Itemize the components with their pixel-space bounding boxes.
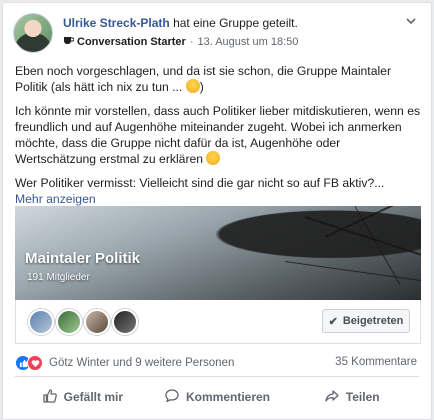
like-label: Gefällt mir bbox=[63, 390, 124, 404]
member-avatar[interactable] bbox=[112, 309, 138, 335]
meta-separator: · bbox=[189, 35, 194, 48]
conversation-starter-badge: Conversation Starter bbox=[77, 35, 186, 48]
post-paragraph-2: Ich könnte mir vorstellen, dass auch Pol… bbox=[15, 104, 421, 166]
group-member-count: 191 Mitglieder bbox=[27, 272, 90, 283]
share-label: Teilen bbox=[345, 390, 380, 404]
post-timestamp[interactable]: 13. August um 18:50 bbox=[197, 36, 298, 48]
grin-emoji-icon bbox=[185, 79, 200, 93]
joined-button[interactable]: ✔ Beigetreten bbox=[322, 309, 410, 333]
smile-emoji-icon bbox=[206, 151, 221, 165]
post-actions: Gefällt mir Kommentieren Teilen bbox=[15, 382, 419, 412]
see-more-link[interactable]: Mehr anzeigen bbox=[15, 192, 96, 206]
post-body: Eben noch vorgeschlagen, und da ist sie … bbox=[15, 63, 423, 207]
group-cover-image[interactable]: Maintaler Politik 191 Mitglieder bbox=[15, 206, 421, 300]
chevron-down-icon[interactable] bbox=[403, 15, 419, 31]
group-name[interactable]: Maintaler Politik bbox=[25, 250, 140, 267]
group-footer: ✔ Beigetreten bbox=[15, 300, 421, 344]
like-button[interactable]: Gefällt mir bbox=[15, 382, 150, 412]
post-meta: Conversation Starter · 13. August um 18:… bbox=[63, 35, 298, 48]
tree-branch bbox=[284, 261, 421, 282]
reaction-names: Götz Winter und 9 weitere Personen bbox=[49, 357, 235, 369]
love-icon bbox=[27, 355, 43, 371]
post-card: Ulrike Streck-Plath hat eine Gruppe gete… bbox=[2, 2, 432, 420]
member-avatar[interactable] bbox=[84, 309, 110, 335]
coffee-icon bbox=[63, 35, 75, 48]
divider bbox=[15, 376, 419, 377]
comment-icon bbox=[164, 388, 186, 407]
comments-count[interactable]: 35 Kommentare bbox=[335, 356, 417, 368]
member-avatar[interactable] bbox=[56, 309, 82, 335]
joined-label: Beigetreten bbox=[342, 315, 404, 327]
member-avatar[interactable] bbox=[28, 309, 54, 335]
reactions-summary[interactable]: Götz Winter und 9 weitere Personen bbox=[15, 355, 234, 371]
share-button[interactable]: Teilen bbox=[284, 382, 419, 412]
share-icon bbox=[324, 388, 346, 407]
thumbs-up-icon bbox=[42, 388, 64, 407]
comment-label: Kommentieren bbox=[185, 390, 271, 404]
post-action-text: hat eine Gruppe geteilt. bbox=[173, 16, 298, 30]
post-paragraph-3: Wer Politiker vermisst: Vielleicht sind … bbox=[15, 176, 385, 190]
author-avatar[interactable] bbox=[13, 13, 53, 53]
post-paragraph-1: Eben noch vorgeschlagen, und da ist sie … bbox=[15, 64, 392, 94]
author-line: Ulrike Streck-Plath hat eine Gruppe gete… bbox=[63, 16, 298, 30]
post-header: Ulrike Streck-Plath hat eine Gruppe gete… bbox=[13, 13, 421, 53]
author-name[interactable]: Ulrike Streck-Plath bbox=[63, 16, 170, 30]
comment-button[interactable]: Kommentieren bbox=[150, 382, 285, 412]
check-icon: ✔ bbox=[328, 315, 338, 328]
